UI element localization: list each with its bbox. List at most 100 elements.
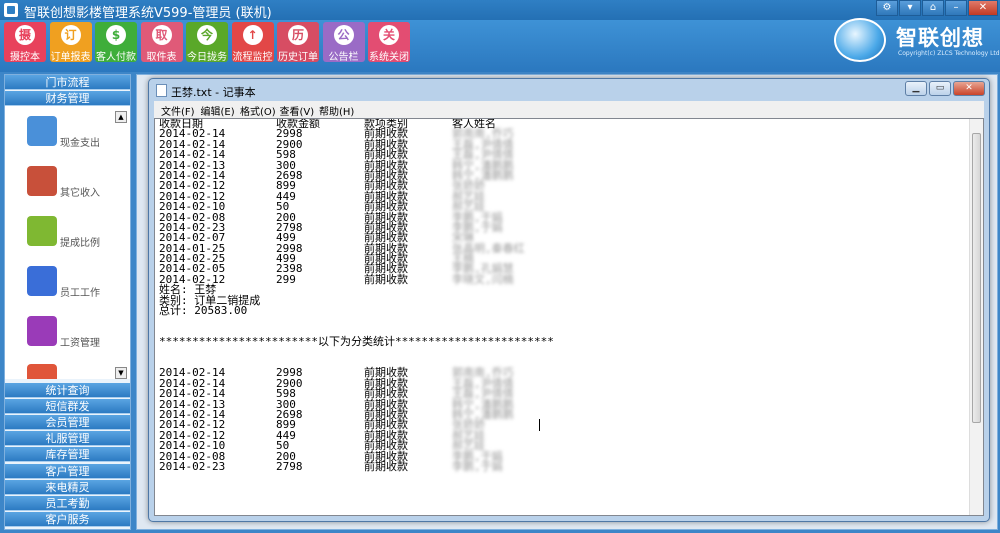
staff-work-icon bbox=[27, 266, 57, 296]
toolbar-icon-5: 今 bbox=[197, 25, 217, 45]
scroll-up-icon[interactable]: ▲ bbox=[115, 111, 127, 123]
notepad-close-button[interactable]: ✕ bbox=[953, 81, 985, 96]
toolbar-button-6[interactable]: ↑ 流程监控 bbox=[231, 22, 274, 63]
text-cell: 2798 bbox=[276, 459, 303, 473]
app-title: 智联创想影楼管理系统V599-管理员 (联机) bbox=[24, 6, 272, 21]
sidebar-item-bottom-7[interactable]: 来电精灵 bbox=[5, 479, 130, 495]
toolbar-icon-2: 订 bbox=[60, 25, 81, 45]
toolbar-button-7[interactable]: 历历史订单 bbox=[277, 22, 319, 63]
text-cell: 李鹏,于娟 bbox=[452, 459, 503, 473]
text-cell: 前期收款 bbox=[364, 272, 408, 286]
sidebar-item-bottom-9[interactable]: 客户服务 bbox=[5, 511, 130, 527]
sidebar-item-bottom-2[interactable]: 短信群发 bbox=[5, 399, 130, 415]
cash-out-icon bbox=[27, 116, 57, 146]
toolbar-label: 流程监控 bbox=[232, 52, 273, 63]
finance-item[interactable]: 员工工作 bbox=[27, 266, 123, 310]
settings-icon[interactable]: ⚙ bbox=[876, 0, 898, 16]
text-line: 总计: 20583.00 bbox=[159, 304, 959, 318]
skin-icon[interactable]: ▾ bbox=[899, 0, 921, 16]
notepad-minimize-button[interactable]: ▁ bbox=[905, 81, 927, 96]
notepad-window: 王棼.txt - 记事本 ▁ ▭ ✕ 文件(F) 编辑(E) 格式(O) 查看(V) 帮… bbox=[148, 78, 990, 522]
notepad-title: 王棼.txt - 记事本 bbox=[171, 86, 256, 99]
finance-item-label: 现金支出 bbox=[60, 138, 100, 149]
notepad-icon bbox=[156, 84, 167, 97]
finance-item[interactable]: 工资管理 bbox=[27, 316, 123, 360]
text-line: 2014-02-23 2798 前期收款 李鹏,于娟 bbox=[159, 459, 959, 473]
sidebar-item-2[interactable]: 财务管理 bbox=[5, 90, 130, 106]
logo-title: 智联创想 bbox=[896, 26, 984, 50]
toolbar-label: 订单报表 bbox=[50, 52, 91, 63]
close-button[interactable]: ✕ bbox=[968, 0, 998, 16]
toolbar-icon-1: 摄 bbox=[15, 25, 35, 45]
finance-item-label: 工资管理 bbox=[60, 338, 100, 349]
sidebar-item-bottom-4[interactable]: 礼服管理 bbox=[5, 431, 130, 447]
text-line: ************************以下为分类统计*********… bbox=[159, 335, 959, 349]
finance-item-label: 提成比例 bbox=[60, 238, 100, 249]
menu-item-3[interactable]: 格式(O) bbox=[240, 103, 276, 118]
toolbar-icon-3: $ bbox=[106, 25, 126, 45]
sidebar-item-bottom-3[interactable]: 会员管理 bbox=[5, 415, 130, 431]
toolbar-label: 今日拢务 bbox=[187, 52, 227, 63]
text-cell: 总计: 20583.00 bbox=[159, 304, 248, 318]
scroll-down-icon[interactable]: ▼ bbox=[115, 367, 127, 379]
toolbar-label: 摄控本 bbox=[10, 52, 40, 63]
partial-item-icon bbox=[27, 364, 57, 379]
finance-item[interactable]: 提成比例 bbox=[27, 216, 123, 260]
toolbar-button-5[interactable]: 今今日拢务 bbox=[186, 22, 228, 63]
text-cell: ************************以下为分类统计*********… bbox=[159, 335, 554, 349]
sidebar-item-bottom-8[interactable]: 员工考勤 bbox=[5, 495, 130, 511]
menu-item-4[interactable]: 查看(V) bbox=[280, 103, 315, 118]
scrollbar-thumb[interactable] bbox=[972, 133, 981, 423]
toolbar-label: 客人付款 bbox=[96, 52, 136, 63]
text-line: 2014-02-12 299 前期收款 李晓文,闫楠 bbox=[159, 272, 959, 286]
home-icon[interactable]: ⌂ bbox=[922, 0, 944, 16]
sidebar-item-bottom-1[interactable]: 统计查询 bbox=[5, 383, 130, 398]
notepad-menubar: 文件(F) 编辑(E) 格式(O) 查看(V) 帮助(H) bbox=[154, 101, 984, 118]
commission-icon bbox=[27, 216, 57, 246]
notepad-maximize-button[interactable]: ▭ bbox=[929, 81, 951, 96]
minimize-button[interactable]: – bbox=[945, 0, 967, 16]
menu-item-1[interactable]: 文件(F) bbox=[161, 103, 195, 118]
toolbar-button-9[interactable]: 关系统关闭 bbox=[368, 22, 410, 63]
toolbar-button-3[interactable]: $ 客人付款 bbox=[95, 22, 137, 63]
vertical-scrollbar[interactable] bbox=[969, 119, 983, 515]
toolbar-button-4[interactable]: 取取件表 bbox=[140, 22, 183, 63]
text-line bbox=[159, 316, 959, 326]
brand-logo: 智联创想 Copyright(c) ZLCS Technology Ltd bbox=[826, 16, 1000, 64]
text-cell: 299 bbox=[276, 272, 296, 286]
sidebar-item-1[interactable]: 门市流程 bbox=[5, 75, 130, 90]
text-line: 姓名: 王棼 bbox=[159, 284, 959, 295]
toolbar-icon-6: ↑ bbox=[242, 25, 263, 45]
text-line bbox=[159, 348, 959, 358]
notepad-text-area[interactable]: 收款日期 收款金额 款项类别 客人姓名 2014-02-14 2998 前期收款 郭南南,乔巧… bbox=[154, 118, 984, 516]
toolbar-icon-7: 历 bbox=[288, 25, 308, 45]
sidebar-item-bottom-5[interactable]: 库存管理 bbox=[5, 447, 130, 463]
finance-panel: 现金支出其它收入提成比例员工工作工资管理 bbox=[5, 106, 130, 379]
sidebar-item-bottom-6[interactable]: 客户管理 bbox=[5, 463, 130, 479]
toolbar-icon-9: 关 bbox=[379, 25, 399, 45]
menu-item-2[interactable]: 编辑(E) bbox=[201, 103, 235, 118]
globe-icon bbox=[834, 18, 886, 62]
menu-item-5[interactable]: 帮助(H) bbox=[319, 103, 354, 118]
salary-icon bbox=[27, 316, 57, 346]
toolbar-button-8[interactable]: 公公告栏 bbox=[322, 22, 365, 63]
text-cell: 李晓文,闫楠 bbox=[452, 272, 514, 286]
text-caret bbox=[539, 419, 540, 431]
toolbar-label: 取件表 bbox=[146, 52, 177, 63]
finance-item-label: 其它收入 bbox=[60, 188, 100, 199]
logo-copyright: Copyright(c) ZLCS Technology Ltd bbox=[898, 50, 1000, 57]
app-icon bbox=[4, 3, 18, 17]
finance-item-label: 员工工作 bbox=[60, 288, 100, 299]
toolbar-label: 系统关闭 bbox=[369, 52, 409, 63]
toolbar-icon-4: 取 bbox=[151, 25, 172, 45]
toolbar-label: 公告栏 bbox=[328, 52, 359, 63]
finance-item[interactable]: 其它收入 bbox=[27, 166, 123, 210]
toolbar-label: 历史订单 bbox=[278, 52, 318, 63]
finance-item[interactable]: 现金支出 bbox=[27, 116, 123, 160]
sidebar: 现金支出其它收入提成比例员工工作工资管理 ▲ ▼ 门市流程 财务管理统计查询 短信群… bbox=[4, 74, 131, 530]
toolbar-button-2[interactable]: 订订单报表 bbox=[49, 22, 92, 63]
other-income-icon bbox=[27, 166, 57, 196]
text-cell: 前期收款 bbox=[364, 459, 408, 473]
text-line: 类别: 订单二销提成 bbox=[159, 294, 959, 306]
toolbar-button-1[interactable]: 摄摄控本 bbox=[4, 22, 46, 63]
